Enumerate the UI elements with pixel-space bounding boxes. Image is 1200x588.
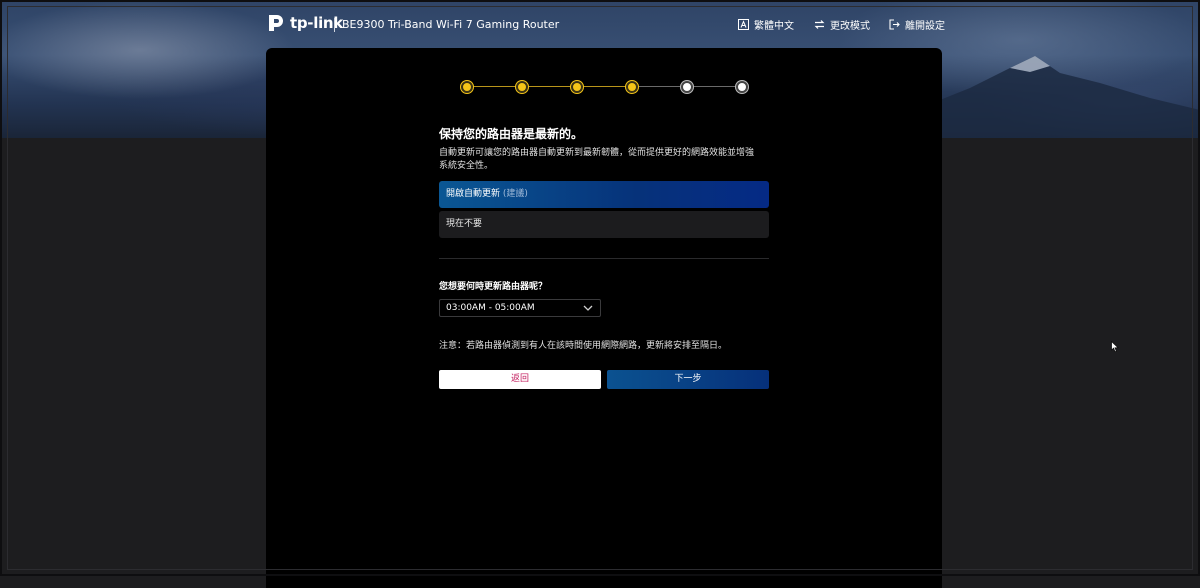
step-dot-4 (626, 81, 638, 93)
top-header: tp-link BE9300 Tri-Band Wi-Fi 7 Gaming R… (0, 0, 1200, 48)
switch-mode-icon (814, 20, 825, 29)
schedule-note: 注意：若路由器偵測到有人在該時間使用網際網路，更新將安排至隔日。 (439, 341, 728, 351)
recommended-hint: (建議) (502, 189, 528, 199)
schedule-select[interactable]: 03:00AM - 05:00AM (439, 299, 601, 317)
language-icon (738, 19, 749, 30)
step-line-done (467, 86, 632, 87)
schedule-value: 03:00AM - 05:00AM (446, 303, 535, 313)
router-model: BE9300 Tri-Band Wi-Fi 7 Gaming Router (342, 18, 560, 31)
step-dot-1 (461, 81, 473, 93)
chevron-down-icon (583, 305, 593, 311)
step-dot-5 (681, 81, 693, 93)
step-dot-6 (736, 81, 748, 93)
language-label: 繁體中文 (754, 21, 794, 32)
header-separator (334, 18, 335, 32)
tp-link-logo-icon (269, 15, 283, 31)
change-mode-button[interactable]: 更改模式 (814, 17, 870, 32)
step-dot-2 (516, 81, 528, 93)
update-description: 自動更新可讓您的路由器自動更新到最新韌體，從而提供更好的網路效能並增強 系統安全… (439, 147, 779, 173)
setup-card (266, 48, 942, 588)
brand-name: tp-link (290, 14, 343, 32)
not-now-option[interactable]: 現在不要 (439, 211, 769, 238)
auto-update-option[interactable]: 開啟自動更新 (建議) (439, 181, 769, 208)
change-mode-label: 更改模式 (830, 21, 870, 32)
language-button[interactable]: 繁體中文 (738, 17, 794, 32)
exit-setup-label: 離開設定 (905, 21, 945, 32)
not-now-label: 現在不要 (446, 219, 483, 229)
progress-stepper (461, 81, 748, 93)
description-line-2: 系統安全性。 (439, 161, 494, 171)
back-button[interactable]: 返回 (439, 370, 601, 389)
schedule-question: 您想要何時更新路由器呢？ (439, 282, 548, 292)
description-line-1: 自動更新可讓您的路由器自動更新到最新韌體，從而提供更好的網路效能並增強 (439, 148, 755, 158)
auto-update-label: 開啟自動更新 (446, 189, 501, 199)
tp-link-logo[interactable]: tp-link (266, 13, 343, 33)
exit-setup-button[interactable]: 離開設定 (889, 17, 945, 32)
mouse-cursor-icon (1111, 341, 1119, 353)
section-divider (439, 258, 769, 259)
next-button[interactable]: 下一步 (607, 370, 769, 389)
exit-icon (889, 19, 900, 30)
page-title: 保持您的路由器是最新的。 (439, 127, 584, 141)
step-dot-3 (571, 81, 583, 93)
